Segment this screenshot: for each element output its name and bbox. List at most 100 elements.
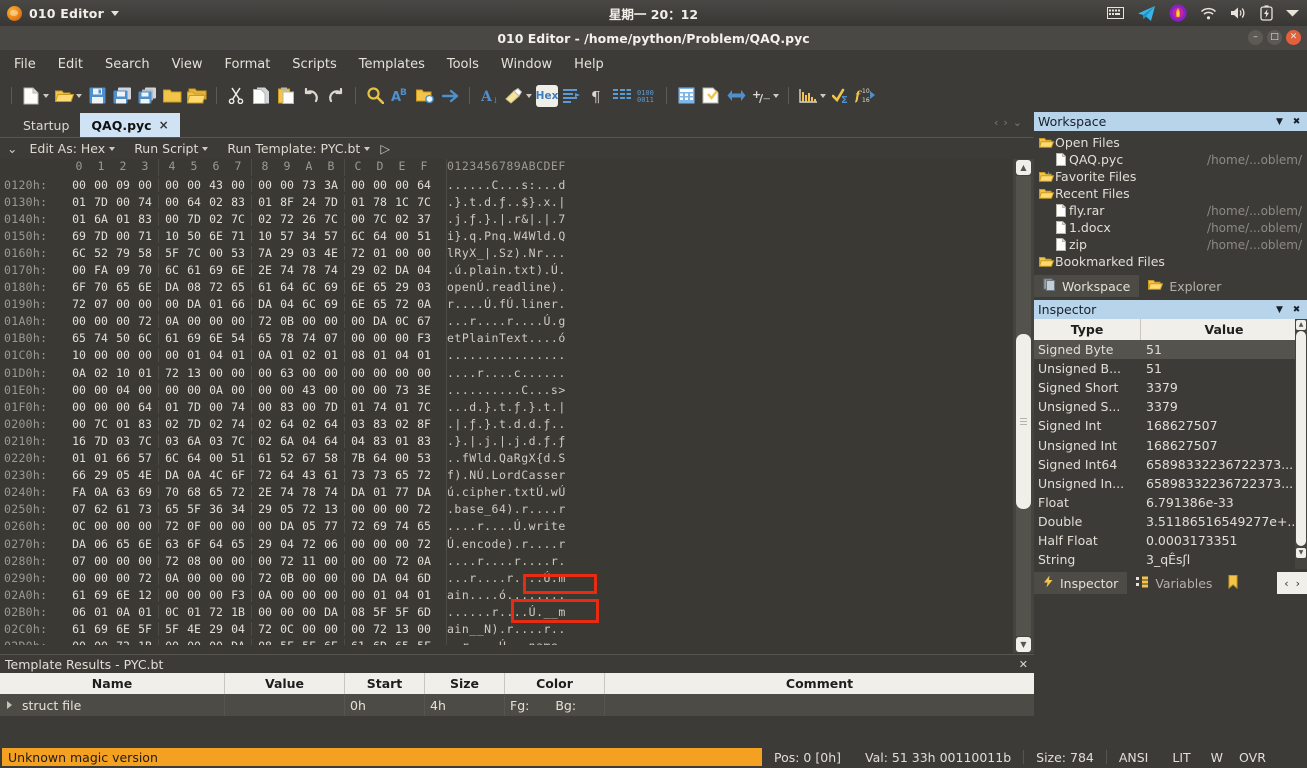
menu-edit[interactable]: Edit bbox=[58, 57, 83, 72]
hex-byte[interactable]: 83 bbox=[134, 417, 156, 431]
hex-byte[interactable]: FA bbox=[68, 485, 90, 499]
hex-byte[interactable]: 61 bbox=[112, 502, 134, 516]
hex-byte[interactable]: 70 bbox=[161, 485, 183, 499]
hex-byte[interactable]: 07 bbox=[68, 502, 90, 516]
hex-byte[interactable]: 13 bbox=[320, 502, 342, 516]
hex-row-ascii[interactable]: ....r....r....r. bbox=[447, 554, 566, 568]
highlight-dropdown-icon[interactable] bbox=[526, 94, 532, 98]
hex-byte[interactable]: 00 bbox=[227, 519, 249, 533]
hex-dec-icon[interactable]: ƒ1016 bbox=[855, 85, 877, 107]
hex-byte[interactable]: 00 bbox=[320, 622, 342, 636]
inspector-row[interactable]: String3_qÊsʃl bbox=[1034, 550, 1307, 569]
inspector-rows[interactable]: Signed Byte51Unsigned B...51Signed Short… bbox=[1034, 340, 1307, 569]
paste-icon[interactable] bbox=[275, 85, 297, 107]
hex-row-ascii[interactable]: .j.ƒ.}.|.r&|.|.7 bbox=[447, 212, 566, 226]
hex-byte[interactable]: 29 bbox=[254, 537, 276, 551]
hex-byte[interactable]: 78 bbox=[298, 485, 320, 499]
hex-byte[interactable]: 00 bbox=[320, 588, 342, 602]
hex-byte[interactable]: 72 bbox=[413, 502, 435, 516]
menu-search[interactable]: Search bbox=[105, 57, 150, 72]
hex-byte[interactable]: 4E bbox=[183, 622, 205, 636]
inspector-row-value[interactable]: 3_qÊsʃl bbox=[1141, 550, 1307, 569]
pane-tab-explorer[interactable]: Explorer bbox=[1139, 275, 1230, 297]
hex-byte[interactable]: 53 bbox=[227, 246, 249, 260]
hex-byte[interactable]: 74 bbox=[320, 263, 342, 277]
inspector-scroll-down-button[interactable]: ▼ bbox=[1296, 548, 1306, 558]
inspector-row[interactable]: Signed Byte51 bbox=[1034, 340, 1307, 359]
hex-byte[interactable]: 71 bbox=[227, 229, 249, 243]
hex-byte[interactable]: 74 bbox=[391, 519, 413, 533]
hex-byte[interactable]: 7C bbox=[227, 434, 249, 448]
hex-byte[interactable]: 72 bbox=[134, 314, 156, 328]
hex-row-bytes[interactable]: 167D037C036A037C026A046404830183 bbox=[66, 434, 437, 448]
hex-byte[interactable]: 00 bbox=[298, 400, 320, 414]
hex-byte[interactable]: 72 bbox=[134, 571, 156, 585]
tab-startup[interactable]: Startup bbox=[12, 113, 80, 137]
hex-byte[interactable]: 7A bbox=[254, 246, 276, 260]
hex-row[interactable]: 0200h:007C0183027D0274026402640383028F.|… bbox=[0, 415, 1013, 432]
hex-byte[interactable]: 73 bbox=[347, 468, 369, 482]
hex-byte[interactable]: 4E bbox=[320, 246, 342, 260]
hex-byte[interactable]: 00 bbox=[227, 366, 249, 380]
hex-byte[interactable]: 00 bbox=[183, 571, 205, 585]
hex-byte[interactable]: 02 bbox=[161, 417, 183, 431]
status-encoding[interactable]: ANSI bbox=[1107, 750, 1161, 765]
hex-byte[interactable]: 01 bbox=[90, 451, 112, 465]
hex-byte[interactable]: 04 bbox=[347, 434, 369, 448]
inspector-row[interactable]: Signed Short3379 bbox=[1034, 378, 1307, 397]
hex-byte[interactable]: 08 bbox=[183, 554, 205, 568]
hex-row-bytes[interactable]: 0000040000000A00000043000000733E bbox=[66, 383, 437, 397]
inspector-scrollbar[interactable]: ▲ ▼ bbox=[1295, 319, 1307, 569]
hex-byte[interactable]: 00 bbox=[161, 212, 183, 226]
hex-byte[interactable]: 71 bbox=[134, 229, 156, 243]
hex-byte[interactable]: 00 bbox=[112, 229, 134, 243]
pane-tab-inspector[interactable]: Inspector bbox=[1034, 572, 1127, 594]
hex-byte[interactable]: 00 bbox=[227, 571, 249, 585]
hex-byte[interactable]: 74 bbox=[227, 400, 249, 414]
hex-byte[interactable]: 74 bbox=[298, 331, 320, 345]
hex-byte[interactable]: 1C bbox=[391, 195, 413, 209]
hex-byte[interactable]: 02 bbox=[254, 434, 276, 448]
hex-byte[interactable]: 0A bbox=[183, 468, 205, 482]
hex-byte[interactable]: 65 bbox=[112, 280, 134, 294]
hex-byte[interactable]: 00 bbox=[90, 383, 112, 397]
hex-row-ascii[interactable]: .ú.plain.txt).Ú. bbox=[447, 263, 566, 277]
compare-icon[interactable] bbox=[725, 85, 747, 107]
hex-byte[interactable]: 66 bbox=[68, 468, 90, 482]
hex-byte[interactable]: 72 bbox=[205, 605, 227, 619]
hex-byte[interactable]: 03 bbox=[413, 280, 435, 294]
hex-byte[interactable]: 64 bbox=[134, 400, 156, 414]
hex-byte[interactable]: 0C bbox=[391, 314, 413, 328]
hex-row-bytes[interactable]: 6C5279585F7C00537A29034E72010000 bbox=[66, 246, 437, 260]
run-template-dropdown[interactable]: Run Template: PYC.bt ▷ bbox=[227, 141, 390, 156]
hex-byte[interactable]: 61 bbox=[68, 622, 90, 636]
hex-byte[interactable]: 7C bbox=[369, 212, 391, 226]
hex-byte[interactable]: 0B bbox=[276, 314, 298, 328]
hex-byte[interactable]: DA bbox=[369, 571, 391, 585]
replace-icon[interactable]: AB bbox=[389, 85, 411, 107]
hex-byte[interactable]: 64 bbox=[276, 468, 298, 482]
hex-byte[interactable]: 6D bbox=[413, 605, 435, 619]
column-header-color[interactable]: Color bbox=[505, 673, 605, 694]
hex-byte[interactable]: 69 bbox=[320, 297, 342, 311]
hex-byte[interactable]: 02 bbox=[254, 417, 276, 431]
hex-byte[interactable]: 05 bbox=[112, 468, 134, 482]
hex-byte[interactable]: 00 bbox=[320, 366, 342, 380]
hex-byte[interactable]: 00 bbox=[320, 383, 342, 397]
hex-byte[interactable]: DA bbox=[413, 485, 435, 499]
hex-byte[interactable]: 7D bbox=[183, 400, 205, 414]
hex-byte[interactable]: 73 bbox=[369, 468, 391, 482]
edit-as-dropdown[interactable]: Edit As: Hex bbox=[29, 141, 115, 156]
hex-byte[interactable]: 34 bbox=[227, 502, 249, 516]
hex-byte[interactable]: 72 bbox=[254, 622, 276, 636]
hex-byte[interactable]: 83 bbox=[134, 212, 156, 226]
hex-byte[interactable]: 29 bbox=[90, 468, 112, 482]
hex-byte[interactable]: 72 bbox=[298, 502, 320, 516]
hex-byte[interactable]: 00 bbox=[183, 383, 205, 397]
hex-byte[interactable]: 00 bbox=[369, 178, 391, 192]
hex-byte[interactable]: 00 bbox=[90, 519, 112, 533]
hex-byte[interactable]: F3 bbox=[227, 588, 249, 602]
hex-row-ascii[interactable]: Ú.encode).r....r bbox=[447, 537, 566, 551]
hex-byte[interactable]: 62 bbox=[90, 502, 112, 516]
undo-icon[interactable] bbox=[300, 85, 322, 107]
